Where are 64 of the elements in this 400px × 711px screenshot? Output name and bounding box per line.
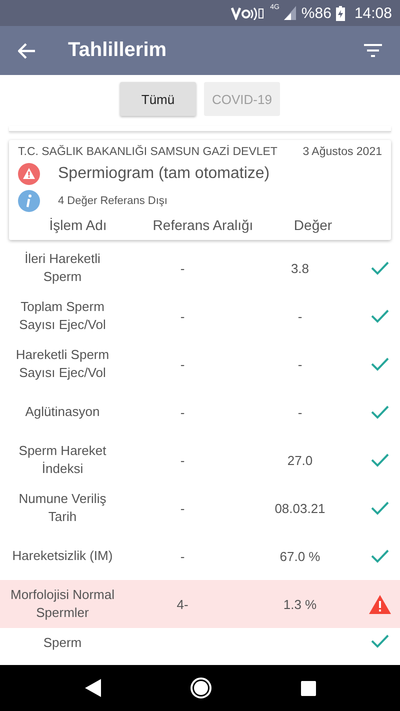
test-item-name: Numune Veriliş Tarih (18, 490, 108, 526)
hospital-name: T.C. SAĞLIK BAKANLIĞI SAMSUN GAZİ DEVLET (18, 146, 278, 158)
reference-range: - (180, 308, 185, 324)
test-item-name: Aglütinasyon (24, 402, 101, 421)
check-icon (371, 634, 389, 648)
out-of-range-count: 4 Değer Referans Dışı (58, 195, 168, 207)
check-icon (371, 309, 389, 323)
result-row[interactable]: Sperm Hareket İndeksi - 27.0 (0, 436, 400, 484)
test-item-name: Sperm Hareket İndeksi (18, 442, 108, 478)
result-value: 3.8 (290, 260, 310, 276)
test-item-name: Hareketsizlik (IM) (11, 546, 114, 565)
check-icon (371, 549, 389, 563)
clock: 14:08 (354, 4, 392, 22)
column-header: Değer (292, 217, 334, 233)
home-icon[interactable] (190, 677, 212, 699)
result-value: 08.03.21 (274, 500, 326, 516)
result-value: - (298, 356, 302, 372)
back-icon[interactable] (84, 679, 100, 697)
result-row[interactable]: İleri Hareketli Sperm - 3.8 (0, 244, 400, 292)
test-item-name: Morfolojisi Normal Spermler (9, 586, 116, 622)
result-row[interactable]: Hareketli Sperm Sayısı Ejec/Vol - - (0, 340, 400, 388)
filter-tab[interactable]: Tümü (120, 82, 196, 116)
info-icon (18, 190, 40, 212)
check-icon (371, 405, 389, 419)
test-item-name: Toplam Sperm Sayısı Ejec/Vol (18, 298, 107, 334)
result-value: 67.0 % (280, 548, 320, 564)
check-icon (371, 261, 389, 275)
screen-title: Tahlillerim (68, 39, 168, 62)
result-value: - (298, 308, 302, 324)
back-arrow-icon[interactable] (18, 42, 36, 58)
reference-range: - (180, 548, 185, 564)
battery-charging-icon (336, 6, 346, 20)
highlighted-result-row[interactable]: Morfolojisi Normal Spermler 4- 1.3 % (0, 580, 400, 628)
test-item-name: İleri Hareketli Sperm (24, 250, 102, 286)
result-row[interactable]: Numune Veriliş Tarih - 08.03.21 (0, 484, 400, 532)
result-row[interactable]: Hareketsizlik (IM) - 67.0 % (0, 532, 400, 580)
test-item-name: Sperm (42, 634, 83, 652)
test-date: 3 Ağustos 2021 (302, 146, 382, 158)
reference-range: - (180, 500, 185, 516)
column-header: İşlem Adı (48, 217, 108, 233)
recents-icon[interactable] (300, 680, 316, 696)
reference-range: - (180, 404, 185, 420)
signal-icon (284, 6, 296, 20)
warning-icon (369, 594, 391, 614)
reference-range: - (180, 452, 185, 468)
battery-percent: %86 (301, 4, 332, 22)
result-value: - (298, 404, 302, 420)
column-header: Referans Aralığı (152, 217, 254, 233)
check-icon (371, 453, 389, 467)
result-row[interactable]: Aglütinasyon - - (0, 388, 400, 436)
result-value: 1.3 % (283, 596, 317, 612)
reference-range: - (180, 356, 185, 372)
result-value: 27.0 (287, 452, 313, 468)
warning-icon (18, 163, 40, 185)
test-item-name: Hareketli Sperm Sayısı Ejec/Vol (14, 346, 110, 382)
check-icon (371, 501, 389, 515)
reference-range: 4- (176, 596, 188, 612)
check-icon (371, 357, 389, 371)
result-row[interactable]: Toplam Sperm Sayısı Ejec/Vol - - (0, 292, 400, 340)
volte-icon (231, 6, 266, 20)
reference-range: - (180, 260, 185, 276)
result-row[interactable]: Sperm (0, 628, 400, 665)
test-name: Spermiogram (tam otomatize) (58, 165, 270, 183)
filter-icon[interactable] (364, 44, 382, 57)
